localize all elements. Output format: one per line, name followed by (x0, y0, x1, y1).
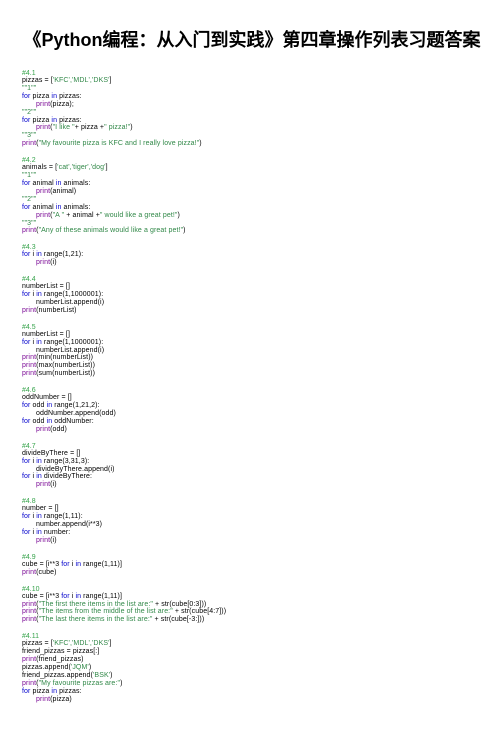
code-line: for odd in oddNumber: (22, 418, 482, 426)
code-line: ""1"" (22, 85, 482, 93)
code-line: for animal in animals: (22, 204, 482, 212)
code-line: print("Any of these animals would like a… (22, 227, 482, 235)
code-line: numberList.append(i) (22, 299, 482, 307)
code-line: print(pizza) (22, 696, 482, 704)
code-line: print("The first there items in the list… (22, 601, 482, 609)
code-line: for pizza in pizzas: (22, 117, 482, 125)
document-root: 《Python编程：从入门到实践》第四章操作列表习题答案 #4.1 pizzas… (0, 0, 504, 729)
code-line: cube = [i**3 for i in range(1,11)] (22, 593, 482, 601)
code-line: print(sum(numberList)) (22, 370, 482, 378)
code-line: for i in range(1,21): (22, 251, 482, 259)
code-line: for animal in animals: (22, 180, 482, 188)
code-line: for odd in range(1,21,2): (22, 402, 482, 410)
code-line: numberList.append(i) (22, 347, 482, 355)
code-line: print(cube) (22, 569, 482, 577)
code-line: cube = [i**3 for i in range(1,11)] (22, 561, 482, 569)
code-line: print(numberList) (22, 307, 482, 315)
code-line: print("A " + animal +" would like a grea… (22, 212, 482, 220)
code-line: ""3"" (22, 132, 482, 140)
code-line: print("My favourite pizza is KFC and I r… (22, 140, 482, 148)
code-line: friend_pizzas = pizzas[:] (22, 648, 482, 656)
section-4-11: #4.11 (22, 633, 482, 640)
code-line: divideByThere.append(i) (22, 466, 482, 474)
code-line: print("I like "+ pizza +" pizza!") (22, 124, 482, 132)
code-line: divideByThere = [] (22, 450, 482, 458)
code-line: friend_pizzas.append('BSK') (22, 672, 482, 680)
section-4-6: #4.6 (22, 387, 482, 394)
section-4-9: #4.9 (22, 554, 482, 561)
code-line: for pizza in pizzas: (22, 93, 482, 101)
section-4-5: #4.5 (22, 324, 482, 331)
code-line: for i in range(1,1000001): (22, 339, 482, 347)
code-line: for i in range(1,11): (22, 513, 482, 521)
code-line: print(min(numberList)) (22, 354, 482, 362)
code-line: numberList = [] (22, 331, 482, 339)
code-line: number.append(i**3) (22, 521, 482, 529)
page-title: 《Python编程：从入门到实践》第四章操作列表习题答案 (22, 26, 482, 52)
code-line: print(pizza); (22, 101, 482, 109)
code-line: pizzas = ['KFC','MDL','DKS'] (22, 77, 482, 85)
code-line: ""2"" (22, 196, 482, 204)
code-line: print(max(numberList)) (22, 362, 482, 370)
code-line: ""1"" (22, 172, 482, 180)
section-4-4: #4.4 (22, 276, 482, 283)
code-line: print(friend_pizzas) (22, 656, 482, 664)
code-line: print(i) (22, 537, 482, 545)
code-line: number = [] (22, 505, 482, 513)
code-line: print("The last there items in the list … (22, 616, 482, 624)
code-line: ""2"" (22, 109, 482, 117)
code-line: pizzas = ['KFC','MDL','DKS'] (22, 640, 482, 648)
code-line: for i in number: (22, 529, 482, 537)
section-4-1: #4.1 (22, 70, 482, 77)
section-4-8: #4.8 (22, 498, 482, 505)
section-4-7: #4.7 (22, 443, 482, 450)
code-line: print("The items from the middle of the … (22, 608, 482, 616)
code-line: oddNumber = [] (22, 394, 482, 402)
code-line: print(odd) (22, 426, 482, 434)
code-line: for i in range(3,31,3): (22, 458, 482, 466)
code-line: numberList = [] (22, 283, 482, 291)
code-line: print("My favourite pizzas are:") (22, 680, 482, 688)
code-line: for i in divideByThere: (22, 473, 482, 481)
code-line: pizzas.append('JQM') (22, 664, 482, 672)
code-line: for i in range(1,1000001): (22, 291, 482, 299)
code-line: print(animal) (22, 188, 482, 196)
section-4-10: #4.10 (22, 586, 482, 593)
code-line: ""3"" (22, 220, 482, 228)
section-4-3: #4.3 (22, 244, 482, 251)
code-line: for pizza in pizzas: (22, 688, 482, 696)
section-4-2: #4.2 (22, 157, 482, 164)
code-line: print(i) (22, 481, 482, 489)
code-line: animals = ['cat','tiger','dog'] (22, 164, 482, 172)
code-line: print(i) (22, 259, 482, 267)
code-line: oddNumber.append(odd) (22, 410, 482, 418)
